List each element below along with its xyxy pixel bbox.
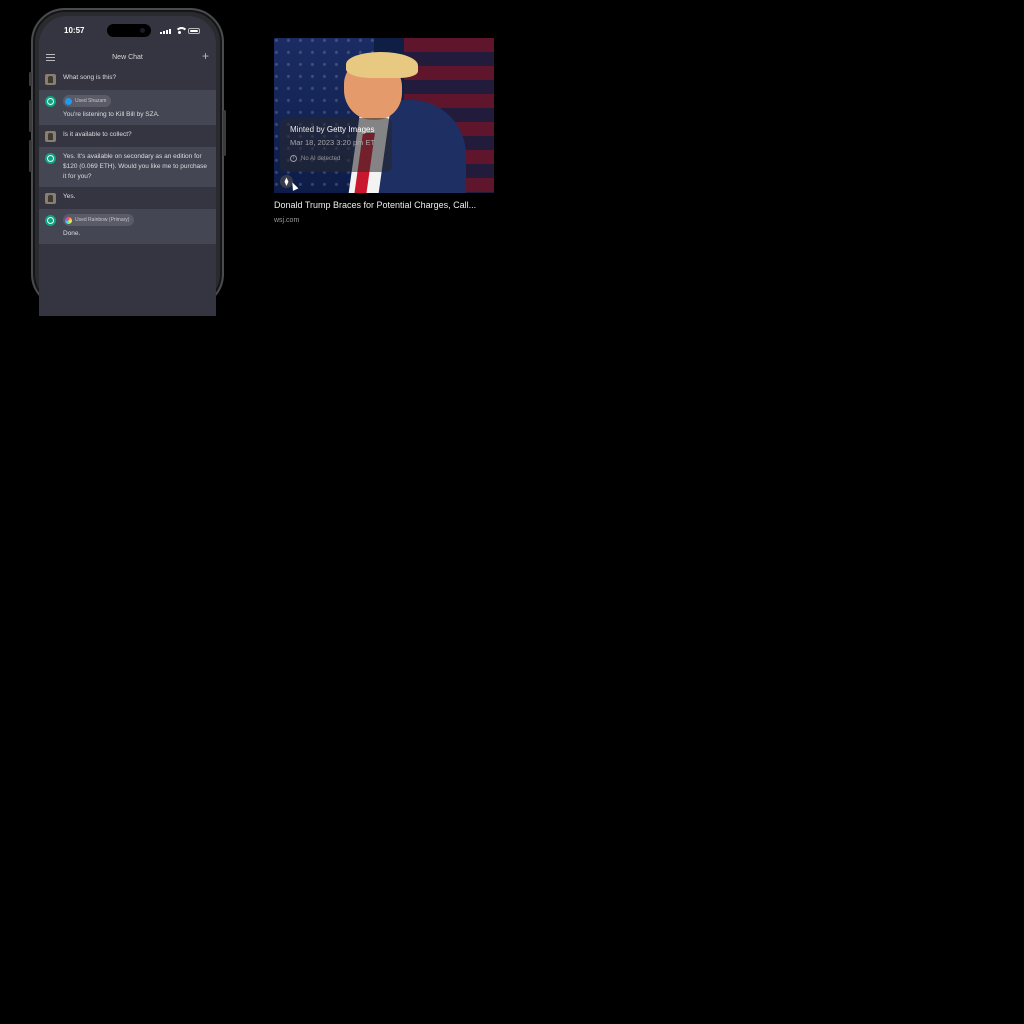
rainbow-icon — [65, 216, 72, 224]
battery-icon — [188, 28, 200, 34]
new-chat-plus-icon[interactable]: + — [202, 50, 209, 62]
user-avatar — [45, 131, 56, 142]
assistant-avatar-icon — [45, 215, 56, 226]
message-text: Done. — [63, 230, 81, 237]
message-text: Yes. It's available on secondary as an e… — [63, 153, 208, 180]
wifi-icon — [175, 27, 188, 34]
article-title[interactable]: Donald Trump Braces for Potential Charge… — [274, 200, 496, 210]
signal-icon — [160, 29, 171, 34]
assistant-avatar-icon — [45, 153, 56, 164]
shazam-icon — [65, 97, 72, 105]
phone-button — [223, 110, 226, 156]
chat-message-user: What song is this? — [39, 68, 216, 90]
user-avatar — [45, 193, 56, 204]
message-text: You're listening to Kill Bill by SZA. — [63, 111, 160, 118]
dynamic-island — [107, 24, 151, 37]
chat-message-user: Yes. — [39, 187, 216, 209]
ai-status: No AI detected — [301, 155, 341, 162]
message-text: Yes. — [63, 193, 76, 200]
minted-by-line: Minted by Getty Images — [290, 125, 382, 134]
article-source[interactable]: wsj.com — [274, 217, 299, 224]
chat-title: New Chat — [112, 53, 143, 61]
status-bar: 10:57 — [39, 16, 216, 46]
status-icons — [160, 27, 200, 34]
minted-prefix: Minted by — [290, 125, 325, 134]
minted-date: Mar 18, 2023 3:20 pm ET — [290, 138, 376, 147]
phone-button — [29, 100, 32, 132]
minted-by[interactable]: Getty Images — [327, 125, 375, 134]
chat-message-assistant: Yes. It's available on secondary as an e… — [39, 147, 216, 187]
menu-icon[interactable] — [46, 54, 55, 61]
chat-message-user: Is it available to collect? — [39, 125, 216, 147]
message-text: Is it available to collect? — [63, 131, 132, 138]
info-icon: i — [290, 155, 297, 162]
user-avatar — [45, 74, 56, 85]
phone-button — [29, 140, 32, 172]
chat-nav-bar: New Chat + — [39, 46, 216, 68]
phone-screen: 10:57 New Chat + What song is this? Used… — [39, 16, 216, 316]
phone-button — [29, 72, 32, 86]
message-text: What song is this? — [63, 74, 117, 81]
plugin-label: Used Rainbow (Primary) — [75, 217, 130, 223]
provenance-overlay: Minted by Getty Images Mar 18, 2023 3:20… — [280, 118, 392, 172]
plugin-badge[interactable]: Used Shazam — [63, 95, 112, 107]
news-image[interactable]: Minted by Getty Images Mar 18, 2023 3:20… — [274, 38, 494, 193]
assistant-avatar-icon — [45, 96, 56, 107]
chat-message-assistant: Used Shazam You're listening to Kill Bil… — [39, 90, 216, 125]
ai-detection-row: i No AI detected — [290, 155, 382, 162]
chat-message-assistant: Used Rainbow (Primary) Done. — [39, 209, 216, 244]
phone-mockup: 10:57 New Chat + What song is this? Used… — [29, 8, 226, 316]
plugin-badge[interactable]: Used Rainbow (Primary) — [63, 214, 135, 226]
plugin-label: Used Shazam — [75, 98, 107, 104]
status-time: 10:57 — [64, 26, 85, 35]
